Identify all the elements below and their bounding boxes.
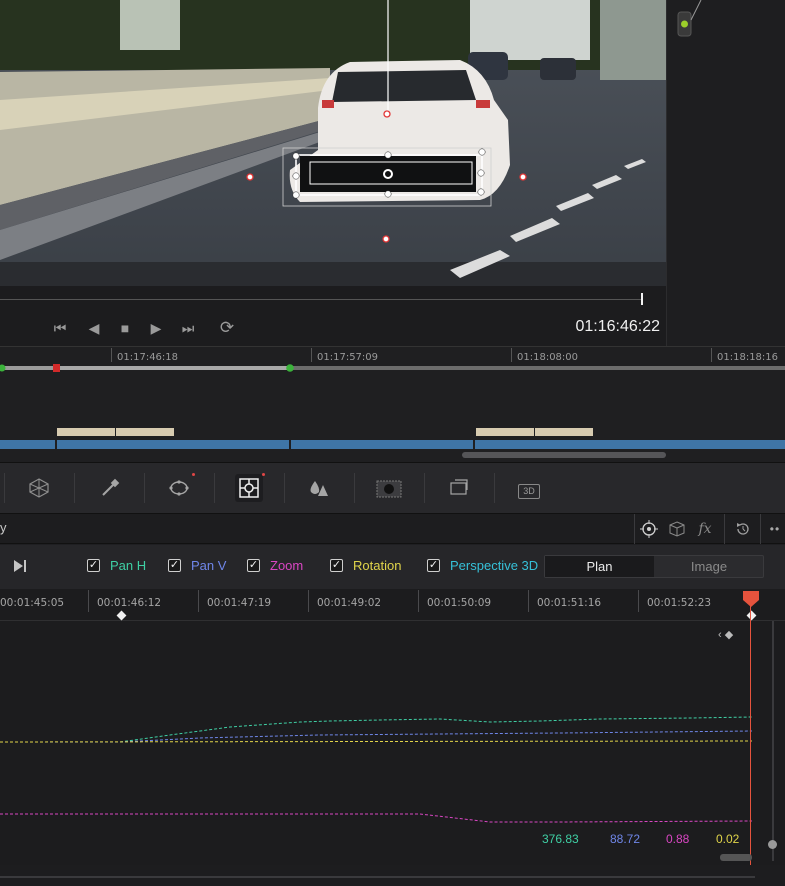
skip-back-icon[interactable]: ⏮ xyxy=(51,320,69,336)
header-separator xyxy=(724,514,725,544)
loop-icon[interactable]: ⟳ xyxy=(218,319,236,336)
ruler-tick xyxy=(198,590,199,612)
ruler-tick xyxy=(528,590,529,612)
playhead-handle-icon[interactable] xyxy=(742,590,760,608)
node-editor-panel[interactable] xyxy=(666,0,785,346)
ruler-label: 00:01:50:09 xyxy=(427,597,492,609)
power-window-icon[interactable] xyxy=(165,474,193,502)
zoom-value: 0.88 xyxy=(666,832,690,846)
mini-timeline-tracks xyxy=(0,364,785,458)
perspective-3d-checkbox[interactable]: ✓ xyxy=(427,559,440,572)
graph-playhead[interactable] xyxy=(750,600,751,865)
ruler-tick xyxy=(88,590,89,612)
viewer-timecode: 01:16:46:22 xyxy=(575,318,660,335)
3d-label: 3D xyxy=(518,484,540,499)
toolbar-separator xyxy=(424,473,425,503)
scrubber-playhead[interactable] xyxy=(641,293,643,305)
ruler-tick xyxy=(511,348,512,362)
pan-h-label: Pan H xyxy=(110,558,147,573)
ruler-tick xyxy=(638,590,639,612)
header-separator xyxy=(760,514,761,544)
key-icon[interactable] xyxy=(375,474,403,502)
toolbar-separator xyxy=(214,473,215,503)
keyframe-nav-icon[interactable]: ‹ ◆ xyxy=(718,628,733,641)
viewer-image[interactable] xyxy=(0,0,666,286)
reset-icon[interactable] xyxy=(732,518,754,540)
perspective-3d-label: Perspective 3D xyxy=(450,558,539,573)
3d-icon[interactable]: 3D xyxy=(515,474,543,502)
tracker-graph[interactable] xyxy=(0,621,785,865)
video-frame xyxy=(0,0,666,286)
zoom-label: Zoom xyxy=(270,558,304,573)
eyedropper-icon[interactable] xyxy=(96,474,124,502)
horizontal-track[interactable] xyxy=(0,876,755,878)
pan-h-value: 376.83 xyxy=(542,832,579,846)
panel-title-fragment: y xyxy=(0,520,7,535)
toolbar-separator xyxy=(4,473,5,503)
ruler-label: 00:01:51:16 xyxy=(537,597,602,609)
toolbar-separator xyxy=(494,473,495,503)
header-separator xyxy=(634,514,635,544)
vertical-zoom-handle[interactable] xyxy=(768,840,777,849)
mode-image-button[interactable]: Image xyxy=(655,556,763,577)
step-back-icon[interactable]: ◀ xyxy=(85,320,103,336)
stop-icon[interactable]: ■ xyxy=(116,320,134,336)
ruler-label: 00:01:52:23 xyxy=(647,597,712,609)
rotation-value: 0.02 xyxy=(716,832,740,846)
rotation-checkbox[interactable]: ✓ xyxy=(330,559,343,572)
play-icon[interactable]: ▶ xyxy=(147,320,165,336)
node-graph xyxy=(677,0,702,37)
toolbar-separator xyxy=(74,473,75,503)
crosshair-icon[interactable] xyxy=(638,518,660,540)
ruler-tick xyxy=(111,348,112,362)
toolbar-separator xyxy=(144,473,145,503)
pan-v-value: 88.72 xyxy=(610,832,641,846)
horizontal-scrollbar[interactable] xyxy=(720,854,752,861)
active-indicator-dot xyxy=(192,473,195,476)
cube-icon[interactable] xyxy=(666,518,688,540)
pan-h-checkbox[interactable]: ✓ xyxy=(87,559,100,572)
rotation-label: Rotation xyxy=(353,558,402,573)
toolbar-separator xyxy=(354,473,355,503)
skip-forward-icon[interactable]: ⏭ xyxy=(179,320,197,336)
blur-icon[interactable] xyxy=(304,474,332,502)
tracker-icon[interactable] xyxy=(235,474,263,502)
fx-icon[interactable]: fx xyxy=(694,518,716,540)
qualifier-grid-icon[interactable] xyxy=(25,474,53,502)
viewer-transport-bar xyxy=(0,286,666,346)
ruler-tick xyxy=(308,590,309,612)
tracker-curves xyxy=(0,716,753,823)
ruler-label: 00:01:47:19 xyxy=(207,597,272,609)
toolbar-separator xyxy=(284,473,285,503)
ruler-tick xyxy=(311,348,312,362)
zoom-checkbox[interactable]: ✓ xyxy=(247,559,260,572)
vertical-zoom-track[interactable] xyxy=(772,621,774,861)
sizing-icon[interactable] xyxy=(445,474,473,502)
ruler-label: 00:01:49:02 xyxy=(317,597,382,609)
scrubber-track[interactable] xyxy=(0,299,642,300)
ruler-label: 00:01:45:05 xyxy=(0,597,65,609)
more-options-icon[interactable]: •• xyxy=(764,518,785,540)
pan-v-label: Pan V xyxy=(191,558,227,573)
track-forward-icon[interactable] xyxy=(12,558,28,574)
ruler-tick xyxy=(711,348,712,362)
ruler-label: 00:01:46:12 xyxy=(97,597,162,609)
ruler-tick xyxy=(418,590,419,612)
pan-v-checkbox[interactable]: ✓ xyxy=(168,559,181,572)
active-indicator-dot xyxy=(262,473,265,476)
mode-plan-button[interactable]: Plan xyxy=(545,556,654,577)
